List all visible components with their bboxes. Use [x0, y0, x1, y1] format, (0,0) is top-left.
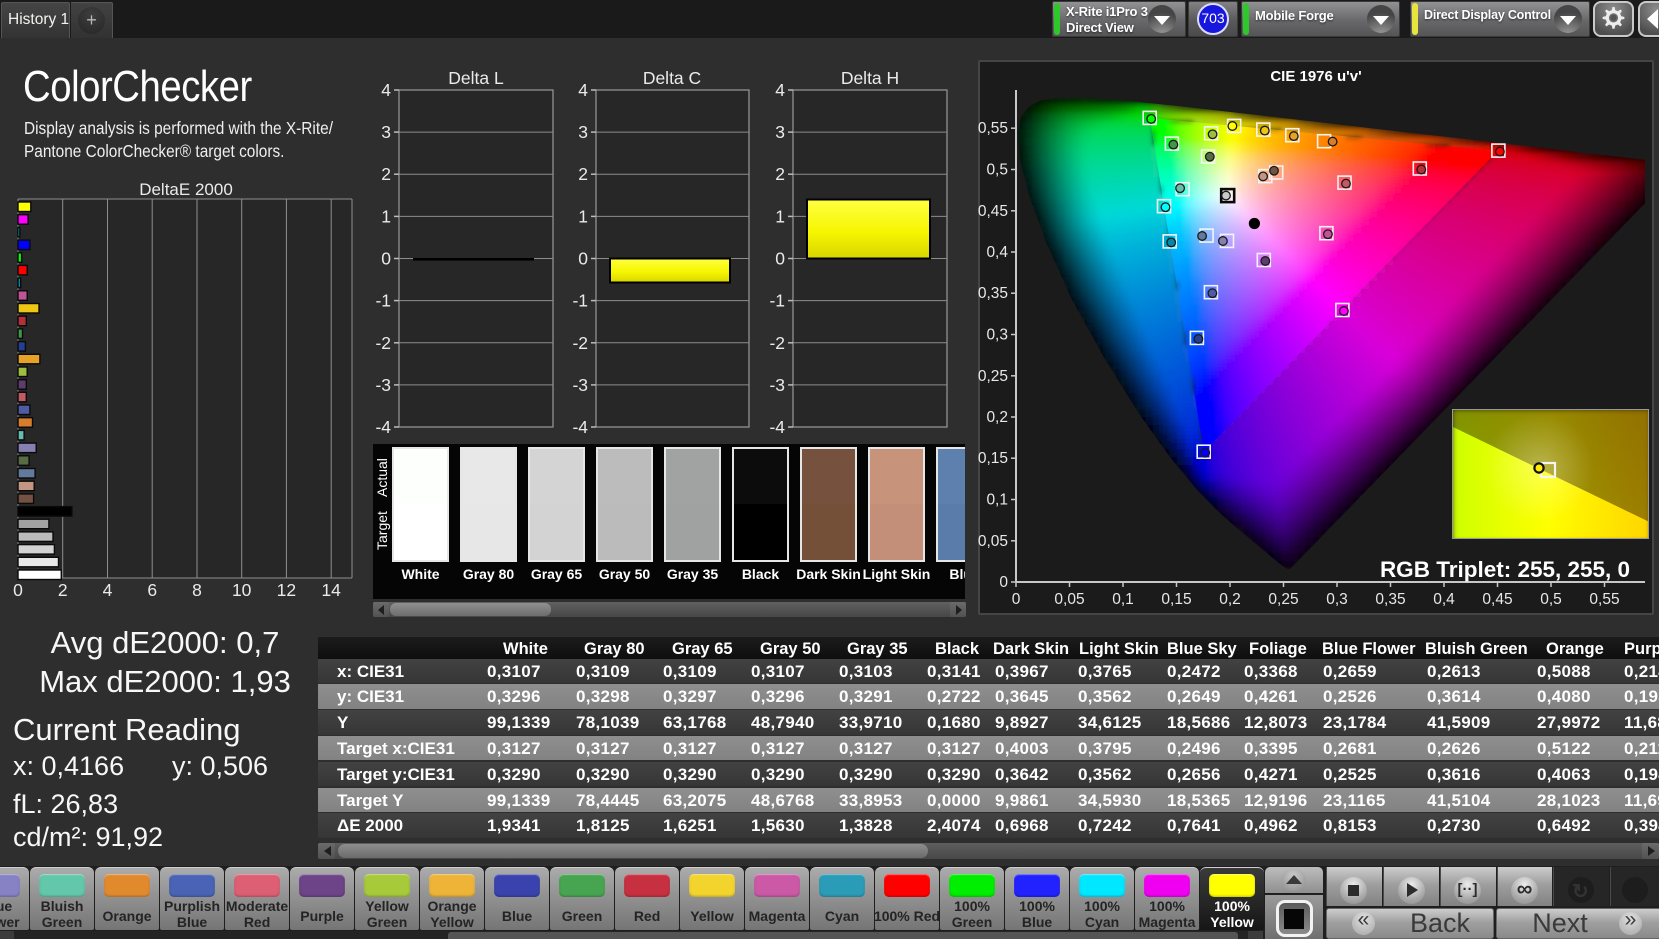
svg-text:Delta H: Delta H: [841, 68, 899, 88]
svg-text:4: 4: [578, 80, 588, 100]
svg-text:0,25: 0,25: [1268, 591, 1298, 608]
svg-text:0,45: 0,45: [978, 203, 1008, 220]
svg-text:0,55: 0,55: [1589, 591, 1619, 608]
svg-text:0: 0: [13, 580, 23, 600]
svg-text:Delta L: Delta L: [448, 68, 504, 88]
svg-text:0,35: 0,35: [978, 285, 1008, 302]
svg-text:-3: -3: [572, 375, 588, 395]
svg-text:-1: -1: [572, 291, 588, 311]
svg-text:8: 8: [192, 580, 202, 600]
svg-text:-2: -2: [572, 333, 588, 353]
svg-text:12: 12: [277, 580, 296, 600]
svg-text:0,05: 0,05: [1054, 591, 1084, 608]
svg-text:0,55: 0,55: [978, 120, 1008, 137]
svg-text:-2: -2: [769, 333, 785, 353]
svg-text:3: 3: [381, 122, 391, 142]
svg-text:-3: -3: [769, 375, 785, 395]
svg-text:1: 1: [578, 206, 588, 226]
svg-text:3: 3: [578, 122, 588, 142]
svg-text:-1: -1: [375, 291, 391, 311]
svg-text:6: 6: [147, 580, 157, 600]
svg-text:0,15: 0,15: [1161, 591, 1191, 608]
svg-text:0: 0: [999, 574, 1008, 591]
svg-text:2: 2: [775, 164, 785, 184]
svg-text:-4: -4: [375, 417, 391, 437]
svg-text:0,25: 0,25: [978, 368, 1008, 385]
svg-text:0,3: 0,3: [986, 327, 1008, 344]
svg-text:0: 0: [381, 249, 391, 269]
svg-text:2: 2: [381, 164, 391, 184]
svg-text:0,3: 0,3: [1326, 591, 1348, 608]
svg-text:0,2: 0,2: [986, 409, 1008, 426]
svg-text:0: 0: [1012, 591, 1021, 608]
svg-text:2: 2: [578, 164, 588, 184]
svg-text:0,2: 0,2: [1219, 591, 1241, 608]
svg-text:0: 0: [578, 249, 588, 269]
svg-text:2: 2: [58, 580, 68, 600]
svg-text:0,4: 0,4: [1433, 591, 1455, 608]
svg-text:3: 3: [775, 122, 785, 142]
svg-text:-4: -4: [572, 417, 588, 437]
svg-text:Delta C: Delta C: [643, 68, 701, 88]
svg-text:0,05: 0,05: [978, 533, 1008, 550]
svg-text:-4: -4: [769, 417, 785, 437]
svg-text:4: 4: [775, 80, 785, 100]
svg-text:4: 4: [103, 580, 113, 600]
svg-text:-3: -3: [375, 375, 391, 395]
svg-text:4: 4: [381, 80, 391, 100]
svg-text:-2: -2: [375, 333, 391, 353]
svg-text:0: 0: [775, 249, 785, 269]
svg-text:0,5: 0,5: [1540, 591, 1562, 608]
svg-text:1: 1: [775, 206, 785, 226]
svg-text:14: 14: [321, 580, 341, 600]
svg-text:10: 10: [232, 580, 252, 600]
svg-text:0,1: 0,1: [1112, 591, 1134, 608]
svg-text:0,1: 0,1: [986, 492, 1008, 509]
svg-text:0,45: 0,45: [1482, 591, 1512, 608]
svg-text:0,5: 0,5: [986, 162, 1008, 179]
svg-text:0,35: 0,35: [1375, 591, 1405, 608]
svg-text:0,15: 0,15: [978, 450, 1008, 467]
svg-text:1: 1: [381, 206, 391, 226]
svg-text:-1: -1: [769, 291, 785, 311]
svg-text:0,4: 0,4: [986, 244, 1008, 261]
